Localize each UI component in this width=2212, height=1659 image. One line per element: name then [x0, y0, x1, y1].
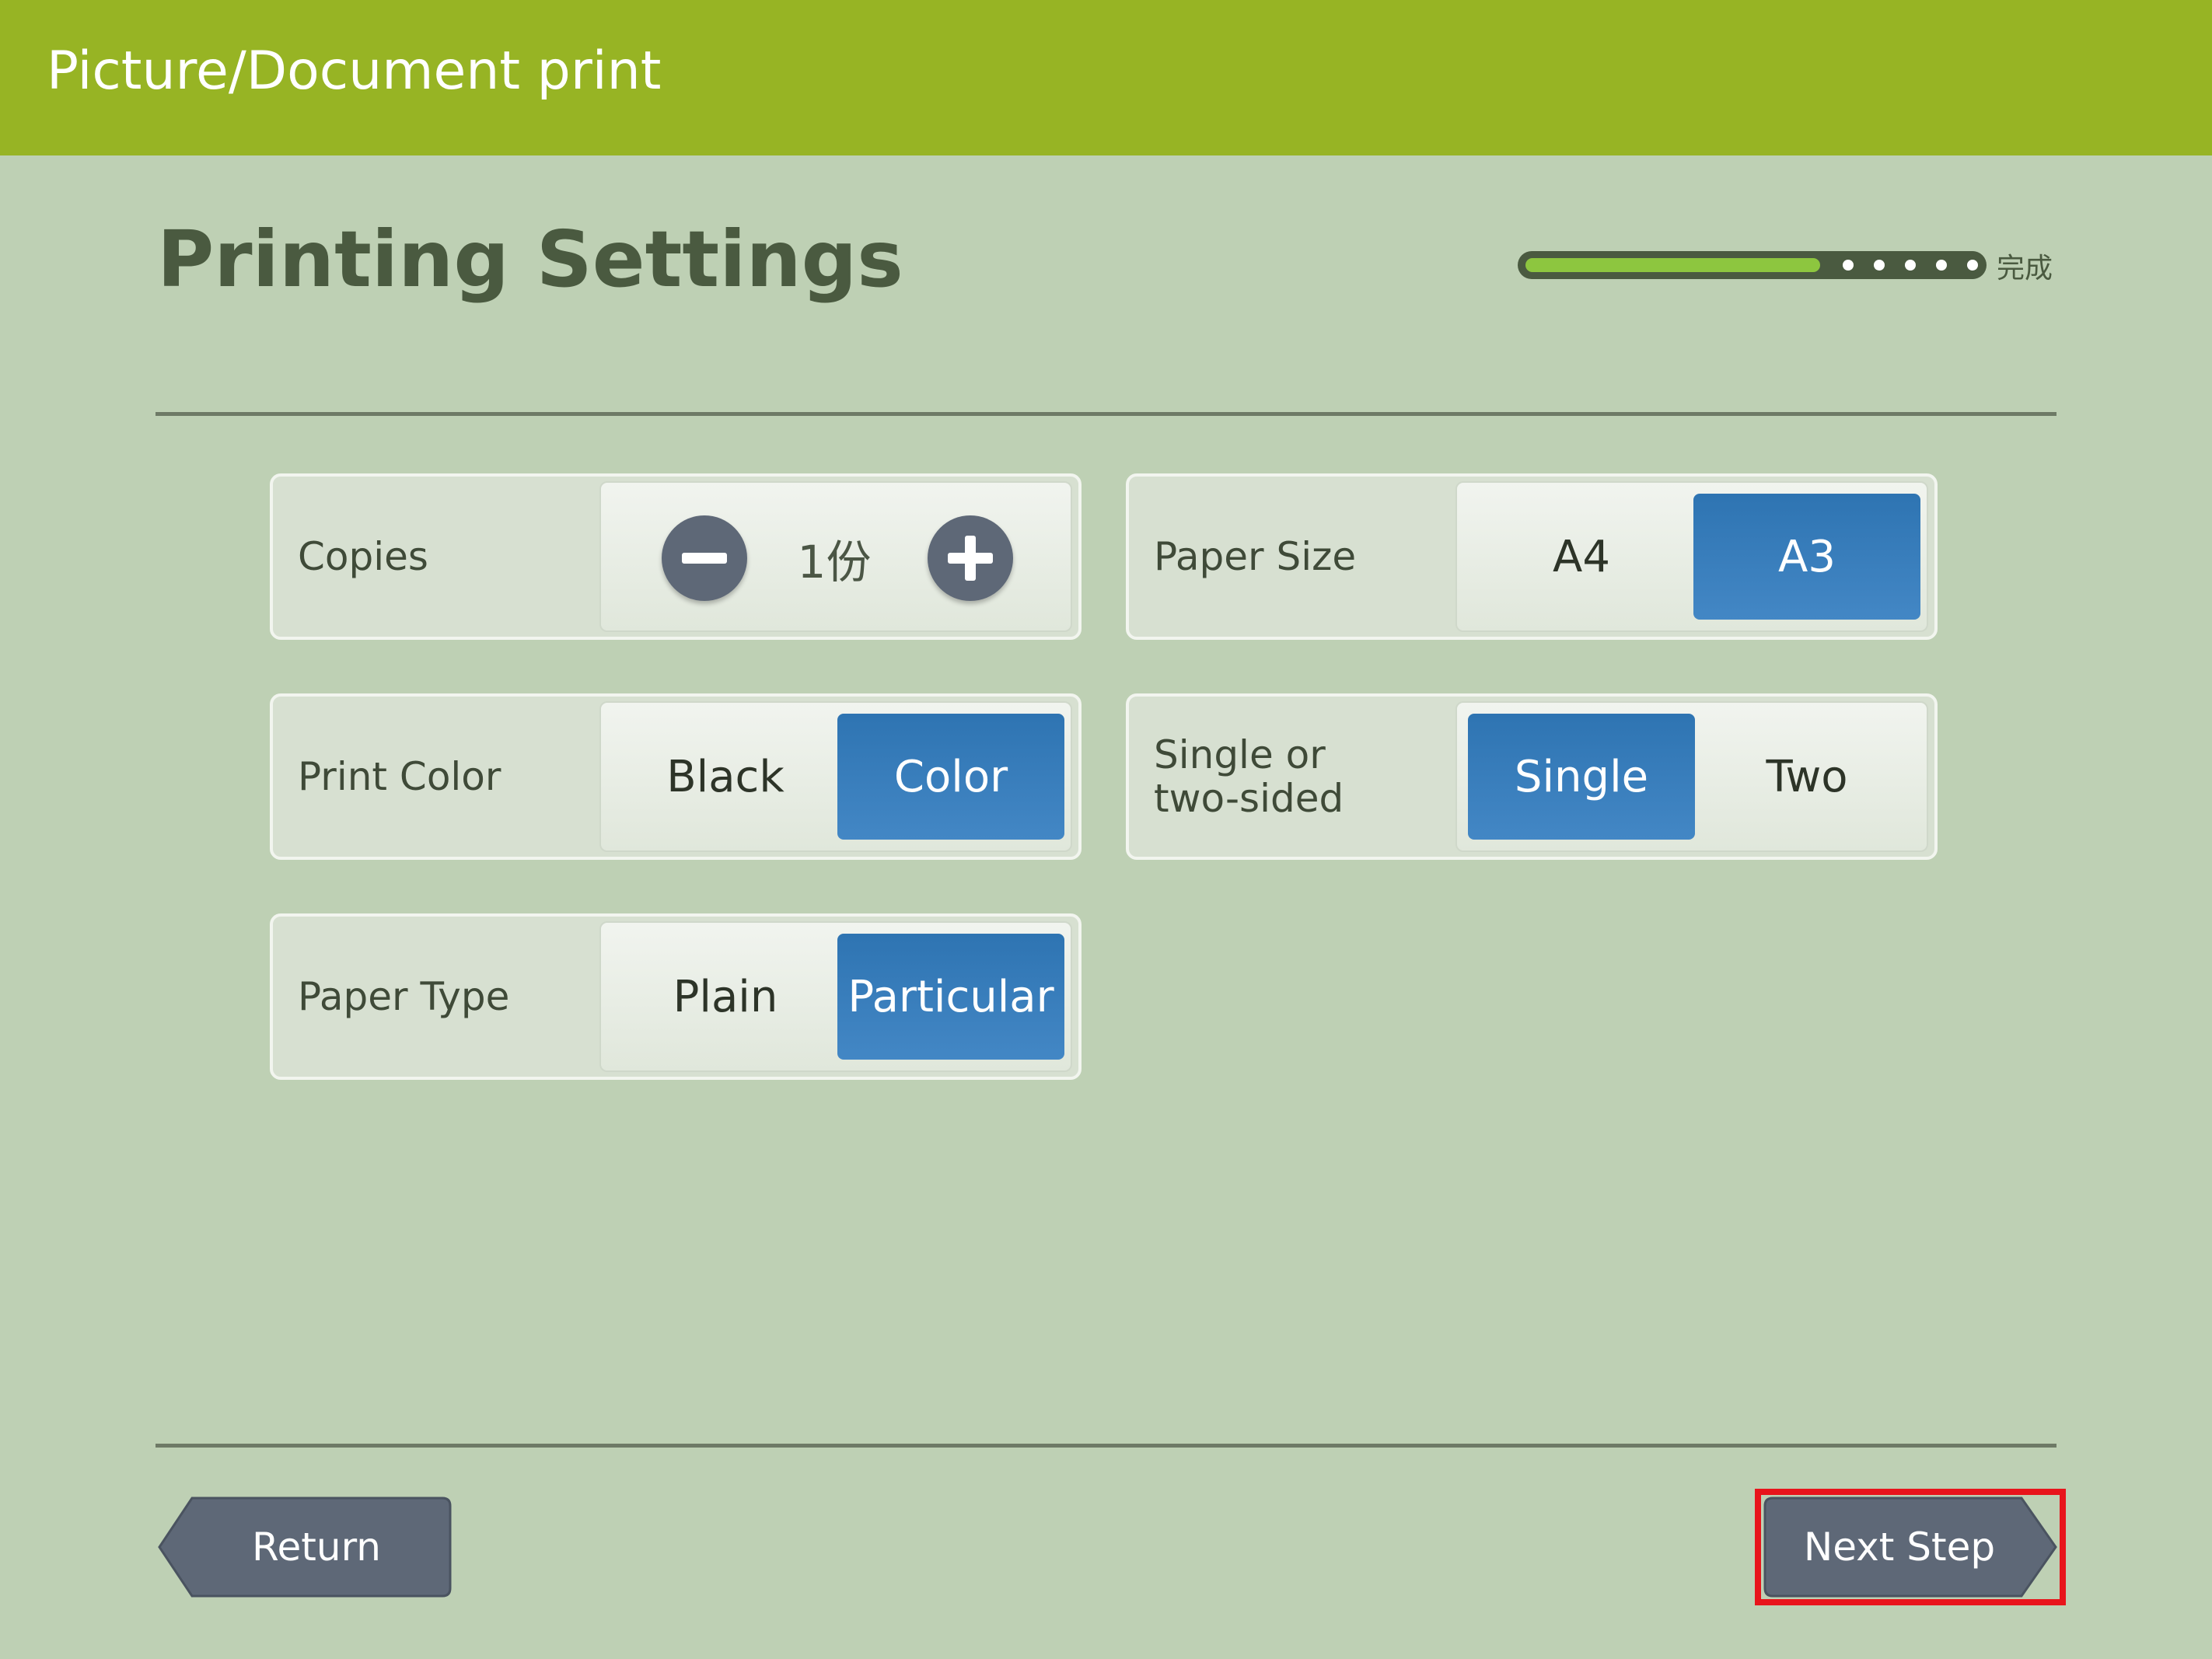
copies-card: Copies 1份 — [270, 473, 1082, 640]
progress-fill — [1525, 258, 1820, 272]
print-color-label: Print Color — [298, 754, 501, 799]
top-divider — [156, 412, 2056, 416]
paper-type-toggle: Plain Particular — [599, 921, 1072, 1072]
sides-card: Single or two-sided Single Two — [1126, 693, 1938, 860]
paper-size-a3-option[interactable]: A3 — [1693, 494, 1920, 620]
paper-type-label: Paper Type — [298, 974, 510, 1019]
progress-dot — [1967, 260, 1978, 271]
screen: Picture/Document print Printing Settings… — [0, 0, 2212, 1659]
paper-size-label: Paper Size — [1154, 534, 1357, 579]
sides-label: Single or two-sided — [1154, 732, 1344, 821]
return-label: Return — [252, 1525, 381, 1570]
copies-stepper: 1份 — [599, 481, 1072, 632]
copies-value: 1份 — [797, 536, 872, 589]
sides-single-option[interactable]: Single — [1468, 714, 1695, 840]
header-bar: Picture/Document print — [0, 0, 2212, 155]
progress-bar — [1518, 251, 1987, 279]
sides-toggle: Single Two — [1455, 701, 1928, 852]
return-button[interactable]: Return — [158, 1497, 452, 1598]
minus-icon — [682, 553, 727, 564]
progress-dot — [1874, 260, 1885, 271]
progress-label: 完成 — [1997, 253, 2053, 285]
next-step-highlight-box — [1755, 1489, 2066, 1605]
print-color-card: Print Color Black Color — [270, 693, 1082, 860]
app-title: Picture/Document print — [47, 40, 662, 102]
paper-size-a4-option[interactable]: A4 — [1468, 494, 1695, 620]
print-color-color-option[interactable]: Color — [837, 714, 1064, 840]
progress-dot — [1905, 260, 1916, 271]
paper-type-particular-option[interactable]: Particular — [837, 934, 1064, 1060]
page-title: Printing Settings — [157, 214, 903, 305]
paper-size-card: Paper Size A4 A3 — [1126, 473, 1938, 640]
progress-dot — [1936, 260, 1947, 271]
copies-label: Copies — [298, 534, 428, 579]
print-color-black-option[interactable]: Black — [612, 714, 839, 840]
paper-type-plain-option[interactable]: Plain — [612, 934, 839, 1060]
bottom-divider — [156, 1444, 2056, 1448]
decrease-copies-button[interactable] — [662, 515, 747, 601]
print-color-toggle: Black Color — [599, 701, 1072, 852]
paper-size-toggle: A4 A3 — [1455, 481, 1928, 632]
progress-dot — [1843, 260, 1854, 271]
sides-two-option[interactable]: Two — [1693, 714, 1920, 840]
increase-copies-button[interactable] — [928, 515, 1013, 601]
paper-type-card: Paper Type Plain Particular — [270, 913, 1082, 1080]
